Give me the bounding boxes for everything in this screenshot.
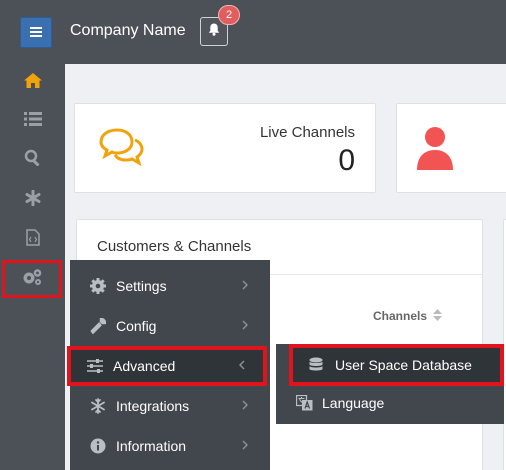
menu-item-information[interactable]: Information xyxy=(70,426,270,466)
list-icon xyxy=(23,111,42,131)
settings-dropdown-menu: Settings Config Advanced Integrations In… xyxy=(67,260,270,470)
snowflake-icon xyxy=(90,398,116,414)
menu-item-label: Advanced xyxy=(113,358,176,374)
menu-item-label: Integrations xyxy=(116,398,190,414)
live-channels-value: 0 xyxy=(338,144,355,177)
hamburger-icon xyxy=(30,25,42,40)
asterisk-icon xyxy=(25,189,41,211)
chat-bubbles-icon xyxy=(97,128,145,173)
customers-channels-title: Customers & Channels xyxy=(97,238,252,255)
top-bar: Company Name 2 xyxy=(0,0,506,64)
menu-item-settings[interactable]: Settings xyxy=(70,266,270,306)
submenu-item-label: User Space Database xyxy=(335,357,472,373)
company-name: Company Name xyxy=(70,22,186,39)
channels-column-header[interactable]: Channels xyxy=(373,309,427,323)
bell-icon xyxy=(208,23,220,41)
chevron-left-icon xyxy=(239,359,245,373)
user-icon xyxy=(417,126,453,175)
home-icon xyxy=(23,73,42,93)
database-icon xyxy=(309,357,335,374)
chevron-right-icon xyxy=(242,439,248,453)
menu-item-integrations[interactable]: Integrations xyxy=(70,386,270,426)
search-icon xyxy=(24,149,41,171)
sidebar-item-search[interactable] xyxy=(0,141,65,179)
notification-count-badge: 2 xyxy=(218,5,240,25)
menu-item-advanced[interactable]: Advanced xyxy=(67,346,267,386)
submenu-item-user-space-database[interactable]: User Space Database xyxy=(289,344,504,386)
sidebar-item-home[interactable] xyxy=(0,64,65,102)
sidebar-item-list[interactable] xyxy=(0,102,65,140)
advanced-submenu: User Space Database Language xyxy=(276,344,504,424)
language-icon xyxy=(296,395,322,411)
sidebar-item-settings[interactable] xyxy=(2,260,62,298)
menu-toggle-button[interactable] xyxy=(20,17,52,48)
menu-item-label: Settings xyxy=(116,278,167,294)
sidebar-item-asterisk[interactable] xyxy=(0,181,65,219)
chevron-right-icon xyxy=(242,279,248,293)
sidebar xyxy=(0,64,65,470)
live-channels-card: Live Channels 0 xyxy=(74,103,376,193)
chevron-right-icon xyxy=(242,319,248,333)
gears-icon xyxy=(21,268,43,291)
submenu-item-language[interactable]: Language xyxy=(276,384,504,422)
sort-icon[interactable] xyxy=(433,309,442,324)
menu-item-label: Config xyxy=(116,318,157,334)
submenu-item-label: Language xyxy=(322,395,385,411)
menu-item-label: Information xyxy=(116,438,187,454)
users-card xyxy=(396,103,506,193)
code-file-icon xyxy=(25,229,40,251)
sliders-icon xyxy=(87,359,113,373)
sidebar-item-code-file[interactable] xyxy=(0,221,65,259)
chevron-right-icon xyxy=(242,399,248,413)
wrench-icon xyxy=(90,318,116,334)
gear-icon xyxy=(90,278,116,294)
info-icon xyxy=(90,438,116,454)
live-channels-label: Live Channels xyxy=(259,124,355,141)
menu-item-config[interactable]: Config xyxy=(70,306,270,346)
